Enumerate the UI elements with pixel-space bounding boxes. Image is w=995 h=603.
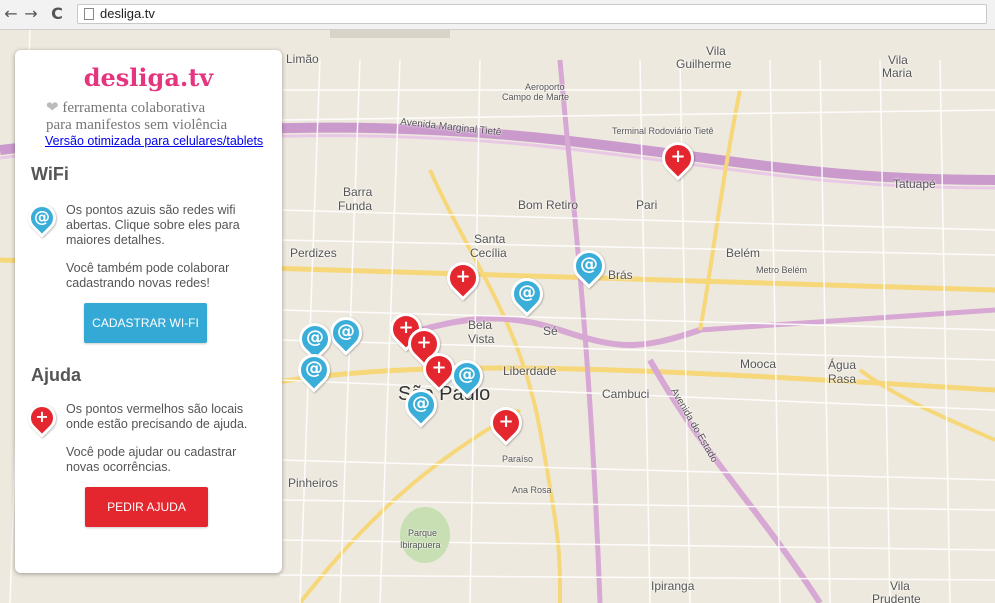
- map-label-bom-retiro: Bom Retiro: [518, 198, 579, 212]
- map-label-vila-maria-1: Vila: [888, 53, 908, 67]
- map-label-terminal-tiete: Terminal Rodoviário Tietê: [612, 126, 714, 136]
- help-marker[interactable]: +: [483, 400, 529, 451]
- map-label-cambuci: Cambuci: [602, 387, 650, 401]
- tagline-line2: para manifestos sem violência: [46, 117, 228, 133]
- map-label-santa-cecilia-2: Cecília: [470, 246, 507, 260]
- register-wifi-button[interactable]: CADASTRAR WI-FI: [84, 303, 207, 343]
- map-label-pari: Pari: [636, 198, 658, 212]
- wifi-marker[interactable]: @: [291, 347, 337, 398]
- map-label-parque-2: Ibirapuera: [400, 540, 441, 550]
- map-label-vila-prudente-1: Vila: [890, 579, 910, 593]
- map-label-parque-1: Parque: [408, 528, 438, 538]
- wifi-section-title: WiFi: [31, 164, 69, 184]
- map-label-ipiranga: Ipiranga: [651, 579, 695, 593]
- request-help-button[interactable]: PEDIR AJUDA: [85, 487, 208, 527]
- mobile-version-link[interactable]: Versão otimizada para celulares/tablets: [45, 134, 263, 148]
- map-label-vila-maria-2: Maria: [882, 66, 913, 80]
- back-arrow-icon[interactable]: ←: [2, 5, 20, 23]
- map-label-agua-rasa-1: Água: [828, 358, 857, 372]
- map-label-aeroporto-2: Campo de Marte: [502, 92, 570, 102]
- brand-logo[interactable]: desliga.tv: [15, 63, 282, 92]
- map-label-barra-funda-1: Barra: [343, 185, 373, 199]
- reload-icon[interactable]: C: [48, 5, 66, 23]
- map-label-bela-vista-2: Vista: [468, 332, 495, 346]
- help-section-title: Ajuda: [31, 365, 82, 385]
- wifi-marker[interactable]: @: [444, 353, 490, 404]
- heart-icon: ❤: [46, 100, 59, 116]
- map-label-metro-belem: Metro Belém: [756, 265, 808, 275]
- map-label-se: Sé: [543, 324, 558, 338]
- map-label-liberdade: Liberdade: [503, 364, 557, 378]
- map-label-aeroporto-1: Aeroporto: [525, 82, 565, 92]
- map-label-pinheiros: Pinheiros: [288, 476, 339, 490]
- help-pin-icon: +: [22, 398, 62, 444]
- map-label-ana-rosa: Ana Rosa: [512, 485, 552, 495]
- help-marker[interactable]: +: [440, 255, 486, 306]
- wifi-pin-icon: @: [22, 198, 62, 244]
- wifi-marker[interactable]: @: [566, 243, 612, 294]
- tagline-line1: ferramenta colaborativa: [62, 100, 206, 116]
- wifi-marker[interactable]: @: [504, 271, 550, 322]
- map-label-agua-rasa-2: Rasa: [828, 372, 857, 386]
- wifi-marker[interactable]: @: [323, 310, 369, 361]
- page-icon: [84, 8, 94, 20]
- url-text: desliga.tv: [100, 6, 155, 21]
- browser-toolbar: ← → C desliga.tv: [0, 0, 995, 30]
- map-label-mooca: Mooca: [740, 357, 777, 371]
- info-panel: desliga.tv ❤ ferramenta colaborativa par…: [15, 50, 282, 573]
- forward-arrow-icon[interactable]: →: [22, 5, 40, 23]
- wifi-collaborate-text: Você também pode colaborar cadastrando n…: [66, 261, 230, 290]
- tagline: ❤ ferramenta colaborativa para manifesto…: [46, 100, 227, 134]
- map-label-vila-guilherme-2: Guilherme: [676, 57, 732, 71]
- map-label-barra-funda-2: Funda: [338, 199, 373, 213]
- wifi-description: Os pontos azuis são redes wifi abertas. …: [66, 203, 240, 247]
- map-label-limao: Limão: [286, 52, 319, 66]
- address-bar[interactable]: desliga.tv: [77, 4, 987, 24]
- help-description: Os pontos vermelhos são locais onde estã…: [66, 402, 248, 431]
- map-label-vila-guilherme-1: Vila: [706, 44, 726, 58]
- map-label-bras: Brás: [608, 268, 633, 282]
- map-label-perdizes: Perdizes: [290, 246, 337, 260]
- map-label-paraiso: Paraíso: [502, 454, 534, 464]
- map-label-belem: Belém: [726, 246, 761, 260]
- wifi-marker[interactable]: @: [398, 382, 444, 433]
- map-label-vila-prudente-2: Prudente: [872, 592, 921, 603]
- help-marker[interactable]: +: [655, 135, 701, 186]
- map-label-bela-vista-1: Bela: [468, 318, 493, 332]
- map-label-santa-cecilia-1: Santa: [474, 232, 506, 246]
- help-collaborate-text: Você pode ajudar ou cadastrar novas ocor…: [66, 445, 237, 474]
- map-label-tatuape: Tatuapé: [893, 177, 936, 191]
